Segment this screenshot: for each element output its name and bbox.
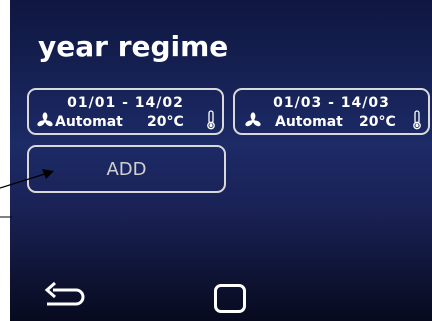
regime-mode: Automat — [275, 114, 343, 130]
annotation-arrow-icon — [0, 169, 54, 218]
device-screen: year regime 01/01 - 14/02 Automat 20°C 0… — [10, 0, 432, 321]
regime-date-range: 01/01 - 14/02 — [67, 95, 184, 111]
regime-mode: Automat — [55, 114, 123, 130]
regime-temperature: 20°C — [147, 114, 184, 130]
back-arrow-icon[interactable] — [43, 281, 87, 309]
home-button[interactable] — [214, 284, 246, 313]
thermometer-icon — [413, 110, 421, 130]
fan-icon — [245, 112, 261, 127]
regime-temperature: 20°C — [359, 114, 396, 130]
thermometer-icon — [207, 110, 215, 130]
fan-icon — [37, 112, 53, 127]
regime-card-2[interactable]: 01/03 - 14/03 Automat 20°C — [233, 88, 430, 135]
regime-card-1[interactable]: 01/01 - 14/02 Automat 20°C — [27, 88, 224, 135]
page-title: year regime — [38, 30, 229, 63]
regime-date-range: 01/03 - 14/03 — [273, 95, 390, 111]
